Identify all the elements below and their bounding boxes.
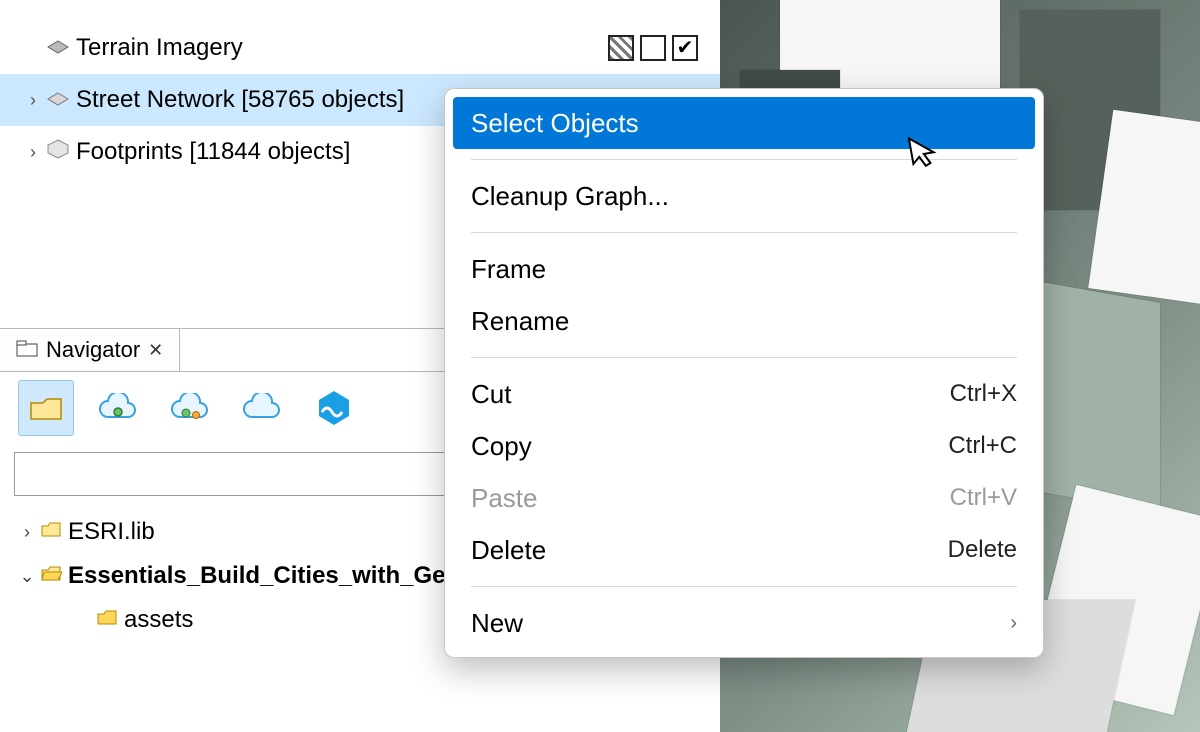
menu-item-frame[interactable]: Frame <box>445 243 1043 295</box>
menu-label: Paste <box>471 483 950 514</box>
folder-icon <box>38 520 64 544</box>
folder-icon <box>94 608 120 632</box>
menu-item-cleanup-graph[interactable]: Cleanup Graph... <box>445 170 1043 222</box>
layer-label: Terrain Imagery <box>76 34 608 62</box>
expander-icon[interactable]: › <box>16 522 38 543</box>
folder-icon <box>16 337 38 363</box>
menu-shortcut: Ctrl+V <box>950 484 1017 512</box>
layer-icon <box>44 138 72 166</box>
menu-item-copy[interactable]: Copy Ctrl+C <box>445 420 1043 472</box>
nav-item-label: assets <box>124 606 193 634</box>
navigator-tab[interactable]: Navigator ✕ <box>0 329 180 371</box>
toolbar-cloud-user-button[interactable] <box>90 380 146 436</box>
toolbar-cloud-button[interactable] <box>234 380 290 436</box>
menu-shortcut: Delete <box>948 536 1017 564</box>
menu-label: Delete <box>471 535 948 566</box>
menu-label: Select Objects <box>471 108 1017 139</box>
menu-shortcut: Ctrl+C <box>948 432 1017 460</box>
menu-separator <box>471 159 1017 160</box>
menu-label: Cleanup Graph... <box>471 181 1017 212</box>
tab-title: Navigator <box>46 337 140 363</box>
visibility-check-3[interactable]: ✔ <box>672 35 698 61</box>
menu-label: Rename <box>471 306 1017 337</box>
toolbar-hex-button[interactable] <box>306 380 362 436</box>
menu-item-delete[interactable]: Delete Delete <box>445 524 1043 576</box>
menu-separator <box>471 357 1017 358</box>
layer-row-terrain-imagery[interactable]: › Terrain Imagery ✔ <box>0 22 720 74</box>
menu-separator <box>471 232 1017 233</box>
chevron-right-icon: › <box>1010 612 1017 635</box>
expander-icon[interactable]: ⌄ <box>16 566 38 587</box>
menu-label: Frame <box>471 254 1017 285</box>
menu-label: Copy <box>471 431 948 462</box>
menu-separator <box>471 586 1017 587</box>
folder-open-icon <box>38 564 64 588</box>
menu-item-rename[interactable]: Rename <box>445 295 1043 347</box>
visibility-check-2[interactable] <box>640 35 666 61</box>
menu-item-new[interactable]: New › <box>445 597 1043 649</box>
menu-label: New <box>471 608 1010 639</box>
menu-label: Cut <box>471 379 950 410</box>
menu-shortcut: Ctrl+X <box>950 380 1017 408</box>
visibility-check-1[interactable] <box>608 35 634 61</box>
nav-item-label: ESRI.lib <box>68 518 155 546</box>
toolbar-local-button[interactable] <box>18 380 74 436</box>
expander-icon[interactable]: › <box>22 142 44 163</box>
layer-icon <box>44 34 72 62</box>
expander-icon[interactable]: › <box>22 90 44 111</box>
menu-item-paste: Paste Ctrl+V <box>445 472 1043 524</box>
close-icon[interactable]: ✕ <box>148 340 163 361</box>
layer-checks: ✔ <box>608 35 698 61</box>
menu-item-cut[interactable]: Cut Ctrl+X <box>445 368 1043 420</box>
layer-icon <box>44 86 72 114</box>
context-menu: Select Objects Cleanup Graph... Frame Re… <box>444 88 1044 658</box>
menu-item-select-objects[interactable]: Select Objects <box>453 97 1035 149</box>
toolbar-cloud-group-button[interactable] <box>162 380 218 436</box>
